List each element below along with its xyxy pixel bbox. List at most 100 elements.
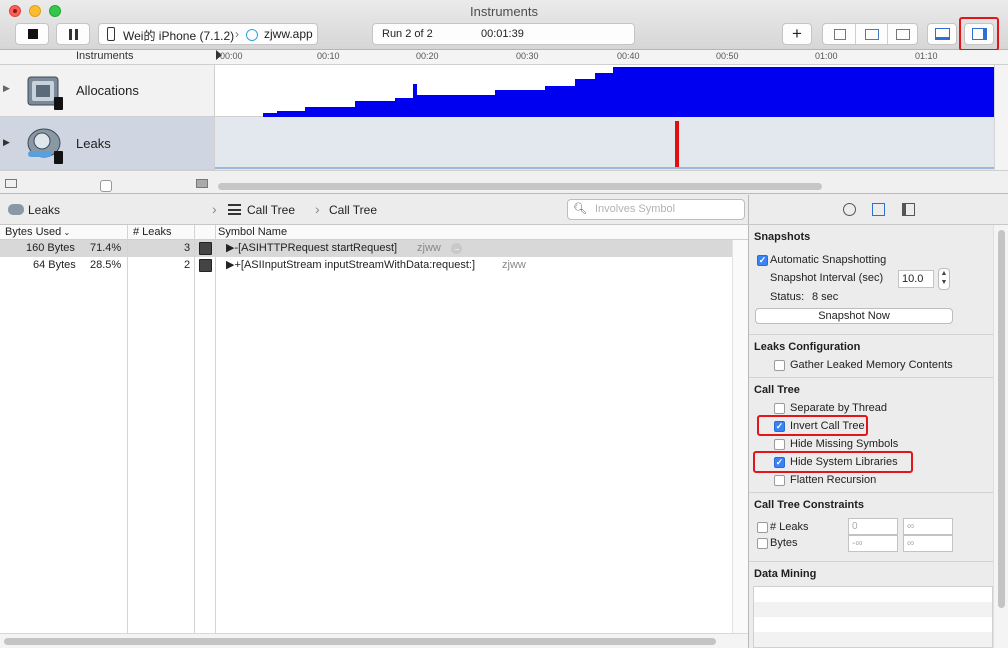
- status-value: 8 sec: [812, 291, 839, 303]
- cell-symbol: ▶+[ASIInputStream inputStreamWithData:re…: [226, 259, 476, 271]
- record-settings-tab-icon[interactable]: [843, 203, 856, 216]
- leaks-min-field[interactable]: 0: [848, 518, 898, 535]
- cell-library: zjww: [417, 242, 441, 254]
- cell-library: zjww: [502, 259, 526, 271]
- target-selector[interactable]: Wei的 iPhone (7.1.2) › zjww.app: [98, 23, 318, 45]
- flatten-recursion-checkbox[interactable]: [774, 475, 785, 486]
- leaks-small-icon: [8, 204, 24, 215]
- scroll-thumb[interactable]: [998, 230, 1005, 608]
- tick-label: 00:50: [716, 51, 739, 61]
- jump-subview[interactable]: Call Tree: [329, 203, 377, 217]
- table-row[interactable]: 64 Bytes 28.5% 2 ▶+[ASIInputStream input…: [0, 257, 732, 274]
- sort-descending-icon: ⌄: [61, 228, 71, 237]
- separate-by-thread-checkbox[interactable]: [774, 403, 785, 414]
- elapsed-time: 00:01:39: [481, 28, 524, 40]
- call-tree-table: 160 Bytes 71.4% 3 ▶-[ASIHTTPRequest star…: [0, 240, 748, 633]
- toggle-detail-button[interactable]: [927, 23, 957, 45]
- disclosure-triangle-icon[interactable]: ▶: [3, 137, 10, 148]
- path-chevron-icon: ›: [235, 27, 239, 41]
- snapshot-interval-field[interactable]: 10.0: [898, 270, 934, 288]
- timeline-vertical-scrollbar[interactable]: [994, 65, 1008, 170]
- tick-label: 00:00: [220, 51, 243, 61]
- timeline-footer: [0, 170, 1008, 194]
- leaks-constraint-label: # Leaks: [770, 521, 809, 533]
- leaks-max-field[interactable]: ∞: [903, 518, 953, 535]
- toggle-inspector-button[interactable]: [964, 23, 994, 45]
- section-call-tree: Call Tree: [754, 384, 800, 396]
- leak-marker[interactable]: [675, 121, 679, 167]
- display-settings-tab-icon[interactable]: [872, 203, 885, 216]
- track-height-slider[interactable]: [100, 180, 112, 192]
- snapshot-now-button[interactable]: Snapshot Now: [755, 308, 953, 324]
- section-snapshots: Snapshots: [754, 231, 811, 243]
- inspector-scrollbar[interactable]: [993, 225, 1008, 648]
- record-settings-icon[interactable]: [834, 29, 846, 40]
- timeline-ruler[interactable]: Instruments 00:00 00:10 00:20 00:30 00:4…: [0, 50, 1008, 65]
- separate-by-thread-label: Separate by Thread: [790, 402, 888, 414]
- jump-instrument[interactable]: Leaks: [28, 203, 60, 217]
- search-input[interactable]: 🔍︎ Involves Symbol: [567, 199, 745, 220]
- column-header-leaks[interactable]: # Leaks: [133, 225, 172, 240]
- interval-stepper[interactable]: ▲ ▼: [938, 268, 950, 290]
- instruments-header: Instruments: [76, 50, 134, 62]
- extended-detail-tab-icon[interactable]: [902, 203, 915, 216]
- bytes-min-field[interactable]: -∞: [848, 535, 898, 552]
- leaks-graph[interactable]: [214, 117, 995, 170]
- add-instrument-button[interactable]: +: [782, 23, 812, 45]
- hide-missing-symbols-checkbox[interactable]: [774, 439, 785, 450]
- bytes-constraint-checkbox[interactable]: [757, 538, 768, 549]
- section-call-tree-constraints: Call Tree Constraints: [754, 499, 865, 511]
- cell-percent: 71.4%: [90, 242, 122, 254]
- section-divider: [749, 334, 993, 335]
- column-header-symbol[interactable]: Symbol Name: [218, 225, 287, 240]
- table-vertical-scrollbar[interactable]: [732, 240, 748, 633]
- path-chevron-icon: ›: [315, 201, 320, 217]
- run-status: Run 2 of 2 00:01:39: [372, 23, 635, 45]
- track-leaks[interactable]: ▶ Leaks: [0, 117, 214, 170]
- zoom-out-icon[interactable]: [5, 179, 17, 188]
- snapshot-interval-label: Snapshot Interval (sec): [770, 272, 884, 284]
- leaks-constraint-checkbox[interactable]: [757, 522, 768, 533]
- table-row[interactable]: 160 Bytes 71.4% 3 ▶-[ASIHTTPRequest star…: [0, 240, 732, 257]
- console-icon[interactable]: [896, 29, 910, 40]
- goto-arrow-icon[interactable]: →: [451, 243, 462, 254]
- pause-button[interactable]: [56, 23, 90, 45]
- scroll-thumb[interactable]: [4, 638, 716, 645]
- column-header-bytes[interactable]: Bytes Used ⌄: [5, 225, 70, 240]
- automatic-snapshotting-checkbox[interactable]: ✓: [757, 255, 768, 266]
- toolbar: Instruments Wei的 iPhone (7.1.2) › zjww.a…: [0, 0, 1008, 51]
- allocations-graph[interactable]: [214, 65, 995, 117]
- track-name: Leaks: [76, 136, 111, 151]
- hide-system-libraries-label: Hide System Libraries: [790, 456, 898, 468]
- cell-leaks: 3: [184, 242, 191, 254]
- cell-bytes: 160 Bytes: [26, 242, 75, 254]
- bytes-max-field[interactable]: ∞: [903, 535, 953, 552]
- column-divider[interactable]: [215, 225, 216, 633]
- invert-call-tree-checkbox[interactable]: ✓: [774, 421, 785, 432]
- leaks-instrument-icon: [24, 123, 64, 165]
- automatic-snapshotting-label: Automatic Snapshotting: [770, 254, 887, 266]
- hide-system-libraries-checkbox[interactable]: ✓: [774, 457, 785, 468]
- search-icon: 🔍︎: [573, 203, 587, 215]
- jump-view[interactable]: Call Tree: [247, 203, 295, 217]
- section-data-mining: Data Mining: [754, 568, 817, 580]
- column-divider[interactable]: [194, 225, 195, 633]
- stop-button[interactable]: [15, 23, 49, 45]
- stop-icon: [28, 29, 38, 39]
- list-view-icon[interactable]: [865, 29, 879, 40]
- path-chevron-icon: ›: [212, 201, 217, 217]
- iphone-icon: [107, 27, 115, 41]
- tick-label: 00:10: [317, 51, 340, 61]
- data-mining-list[interactable]: [753, 586, 993, 648]
- column-divider[interactable]: [127, 225, 128, 633]
- section-divider: [749, 492, 993, 493]
- zoom-in-icon[interactable]: [196, 179, 208, 188]
- disclosure-triangle-icon[interactable]: ▶: [3, 83, 10, 94]
- table-horizontal-scrollbar[interactable]: [0, 633, 748, 648]
- cell-percent: 28.5%: [90, 259, 122, 271]
- gather-leaked-memory-checkbox[interactable]: [774, 360, 785, 371]
- bytes-constraint-label: Bytes: [770, 537, 798, 549]
- table-header: Bytes Used ⌄ # Leaks Symbol Name: [0, 225, 748, 240]
- track-allocations[interactable]: ▶ Allocations: [0, 65, 214, 117]
- timeline-horizontal-scrollbar[interactable]: [218, 183, 822, 190]
